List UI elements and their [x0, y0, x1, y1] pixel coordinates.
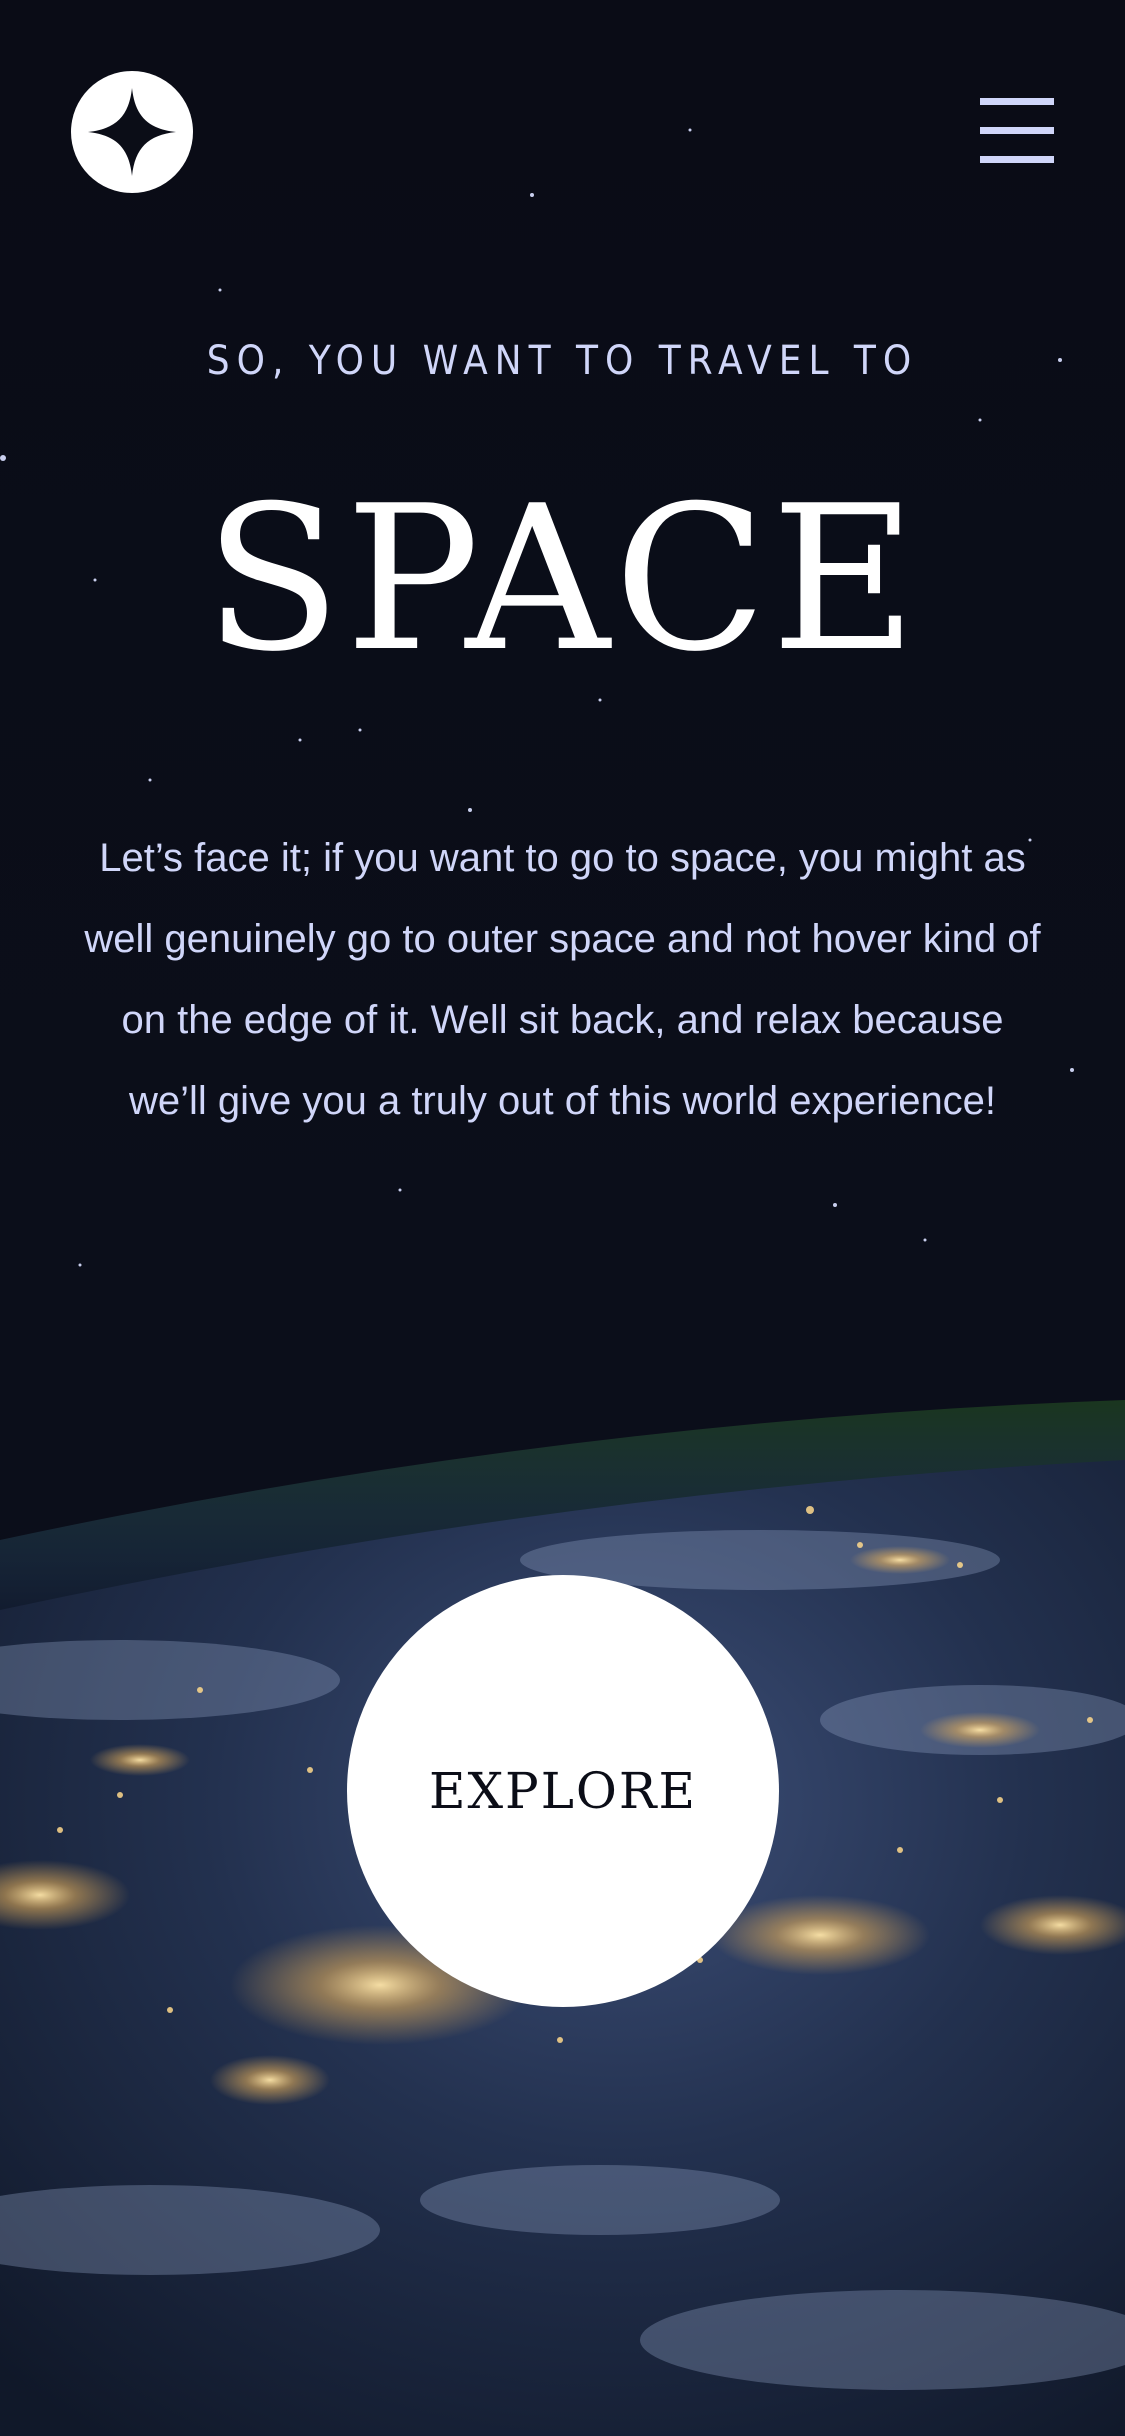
menu-line — [980, 156, 1054, 163]
hero-title: SPACE — [204, 463, 921, 696]
home-page: SO, YOU WANT TO TRAVEL TO SPACE Let’s fa… — [0, 0, 1125, 2436]
star-logo-icon[interactable] — [71, 71, 193, 193]
hamburger-menu-icon[interactable] — [980, 98, 1054, 164]
menu-line — [980, 98, 1054, 105]
explore-button[interactable]: EXPLORE — [347, 1575, 779, 2007]
hero-eyebrow: SO, YOU WANT TO TRAVEL TO — [206, 338, 919, 384]
hero-description: Let’s face it; if you want to go to spac… — [84, 836, 1041, 1123]
menu-line — [980, 127, 1054, 134]
